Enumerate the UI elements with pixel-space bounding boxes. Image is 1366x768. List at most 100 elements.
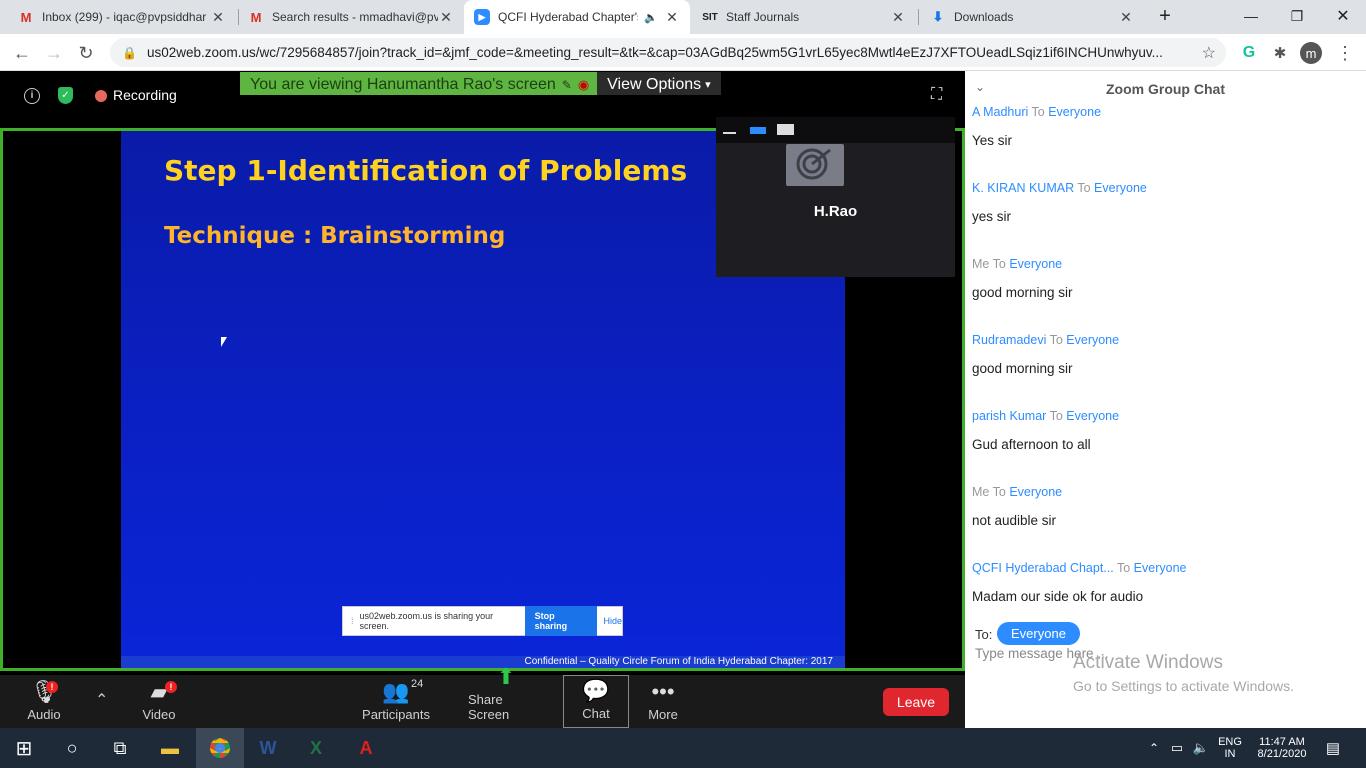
close-tab-icon[interactable]: ✕ <box>664 9 680 26</box>
search-circle-icon[interactable]: ○ <box>48 728 96 768</box>
acrobat-icon[interactable]: A <box>342 728 390 768</box>
file-explorer-icon[interactable]: ▬ <box>146 728 194 768</box>
message-text: not audible sir <box>972 513 1057 528</box>
message-recipient[interactable]: Everyone <box>1009 257 1062 271</box>
message-sender[interactable]: QCFI Hyderabad Chapt... <box>972 561 1114 575</box>
share-screen-label: Share Screen <box>468 692 510 722</box>
message-recipient[interactable]: Everyone <box>1066 409 1119 423</box>
task-view-icon[interactable]: ⧉ <box>96 728 144 768</box>
message-sender[interactable]: K. KIRAN KUMAR <box>972 181 1074 195</box>
tab-search-results[interactable]: M Search results - mmadhavi@pv ✕ <box>238 0 464 34</box>
meeting-toolbar: 🎙 Audio ! ⌃ ▰ Video ! 👥 Participants 24 … <box>0 664 965 728</box>
recording-label: Recording <box>113 87 177 103</box>
message-sender: Me <box>972 257 990 271</box>
zoom-icon: ▶ <box>474 9 490 25</box>
close-tab-icon[interactable]: ✕ <box>210 9 226 26</box>
clock[interactable]: 11:47 AM 8/21/2020 <box>1250 728 1314 768</box>
recipient-select[interactable]: Everyone <box>997 622 1080 645</box>
tab-title: Downloads <box>954 10 1014 24</box>
close-tab-icon[interactable]: ✕ <box>890 9 906 26</box>
message-recipient[interactable]: Everyone <box>1066 333 1119 347</box>
audio-button[interactable]: 🎙 Audio <box>24 675 64 728</box>
chat-message: Me To Everyone good morning sir <box>972 257 1073 300</box>
chevron-down-icon: ▾ <box>705 79 711 91</box>
message-recipient[interactable]: Everyone <box>1134 561 1187 575</box>
bookmark-star-icon[interactable]: ☆ <box>1202 43 1216 63</box>
address-bar-row: ← → ↻ 🔒 us02web.zoom.us/wc/7295684857/jo… <box>0 34 1366 71</box>
share-screen-button[interactable]: ⬆ Share Screen <box>468 664 544 728</box>
share-banner: You are viewing Hanumantha Rao's screen … <box>240 72 721 95</box>
language-code: ENG <box>1218 736 1242 748</box>
clock-time: 11:47 AM <box>1259 736 1305 748</box>
tab-staff-journals[interactable]: SIT Staff Journals ✕ <box>692 0 916 34</box>
speaker-icon[interactable]: 🔈 <box>644 11 658 24</box>
message-sender: Me <box>972 485 990 499</box>
chat-button[interactable]: 💬 Chat <box>563 675 629 728</box>
profile-avatar[interactable]: m <box>1300 42 1322 64</box>
excel-icon[interactable]: X <box>292 728 340 768</box>
word-icon[interactable]: W <box>244 728 292 768</box>
reload-button[interactable]: ↻ <box>73 40 99 66</box>
browser-menu-icon[interactable]: ⋮ <box>1332 40 1358 66</box>
meeting-info-icon[interactable]: i <box>24 88 40 104</box>
to-word: To <box>1116 561 1131 575</box>
url-field[interactable]: 🔒 us02web.zoom.us/wc/7295684857/join?tra… <box>110 38 1226 67</box>
forward-button[interactable]: → <box>41 40 67 66</box>
audio-options-chevron-icon[interactable]: ⌃ <box>95 690 108 710</box>
browser-tab-strip: M Inbox (299) - iqac@pvpsiddhar ✕ M Sear… <box>0 0 1366 34</box>
participant-name: H.Rao <box>813 203 858 220</box>
new-tab-button[interactable]: + <box>1142 0 1188 32</box>
fullscreen-icon[interactable]: ⛶ <box>931 86 942 104</box>
chat-message: A Madhuri To Everyone Yes sir <box>972 105 1101 148</box>
region-code: IN <box>1224 748 1236 760</box>
more-dots-icon: ••• <box>651 679 675 704</box>
minimize-button[interactable]: — <box>1228 0 1274 32</box>
to-word: To <box>1049 333 1063 347</box>
active-speaker-view-icon[interactable] <box>750 127 766 134</box>
download-icon: ⬇ <box>932 9 944 24</box>
message-text: good morning sir <box>972 361 1073 376</box>
tab-zoom-meeting[interactable]: ▶ QCFI Hyderabad Chapter's 🔈 ✕ <box>464 0 690 34</box>
tab-title: QCFI Hyderabad Chapter's <box>498 10 639 24</box>
chat-title: Zoom Group Chat <box>1106 81 1225 97</box>
view-options-button[interactable]: View Options ▾ <box>597 72 721 95</box>
notifications-icon[interactable]: ▤ <box>1318 728 1348 768</box>
close-tab-icon[interactable]: ✕ <box>1118 9 1134 26</box>
tab-downloads[interactable]: ⬇ Downloads ✕ <box>920 0 1144 34</box>
to-word: To <box>1031 105 1045 119</box>
leave-button[interactable]: Leave <box>883 688 949 716</box>
chat-message: Me To Everyone not audible sir <box>972 485 1062 528</box>
windows-start-icon[interactable]: ⊞ <box>0 728 48 768</box>
message-recipient[interactable]: Everyone <box>1009 485 1062 499</box>
extensions-icon[interactable]: ✱ <box>1267 40 1293 66</box>
language-indicator[interactable]: ENG IN <box>1214 728 1246 768</box>
tray-chevron-icon[interactable]: ⌃ <box>1144 728 1164 768</box>
gmail-icon: M <box>20 9 32 25</box>
drag-handle-icon[interactable]: ⁞ <box>351 616 354 626</box>
close-window-button[interactable]: ✕ <box>1320 0 1366 32</box>
windows-taskbar: ⊞ ○ ⧉ ▬ W X A ⌃ ▭ 🔈 ENG IN 11:47 AM 8/21… <box>0 728 1366 768</box>
message-recipient[interactable]: Everyone <box>1048 105 1101 119</box>
minimize-video-icon[interactable] <box>723 132 736 134</box>
chrome-taskbar-icon[interactable] <box>196 728 244 768</box>
message-sender[interactable]: parish Kumar <box>972 409 1046 423</box>
more-button[interactable]: ••• More <box>640 675 686 728</box>
back-button[interactable]: ← <box>9 40 35 66</box>
stop-sharing-button[interactable]: Stop sharing <box>524 606 598 636</box>
network-icon[interactable]: ▭ <box>1166 728 1188 768</box>
tab-title: Search results - mmadhavi@pv <box>272 10 438 24</box>
participants-label: Participants <box>362 707 430 722</box>
encryption-shield-icon[interactable]: ✓ <box>58 87 73 104</box>
chat-label: Chat <box>582 706 610 721</box>
hide-button[interactable]: Hide <box>603 616 622 626</box>
to-word: To <box>992 257 1006 271</box>
grammarly-icon[interactable]: G <box>1236 40 1262 66</box>
message-recipient[interactable]: Everyone <box>1094 181 1147 195</box>
volume-icon[interactable]: 🔈 <box>1190 728 1212 768</box>
tab-inbox[interactable]: M Inbox (299) - iqac@pvpsiddhar ✕ <box>8 0 236 34</box>
close-tab-icon[interactable]: ✕ <box>438 9 454 26</box>
gallery-view-icon[interactable] <box>777 124 794 135</box>
restore-button[interactable]: ❐ <box>1274 0 1320 32</box>
message-sender[interactable]: A Madhuri <box>972 105 1028 119</box>
message-sender[interactable]: Rudramadevi <box>972 333 1046 347</box>
